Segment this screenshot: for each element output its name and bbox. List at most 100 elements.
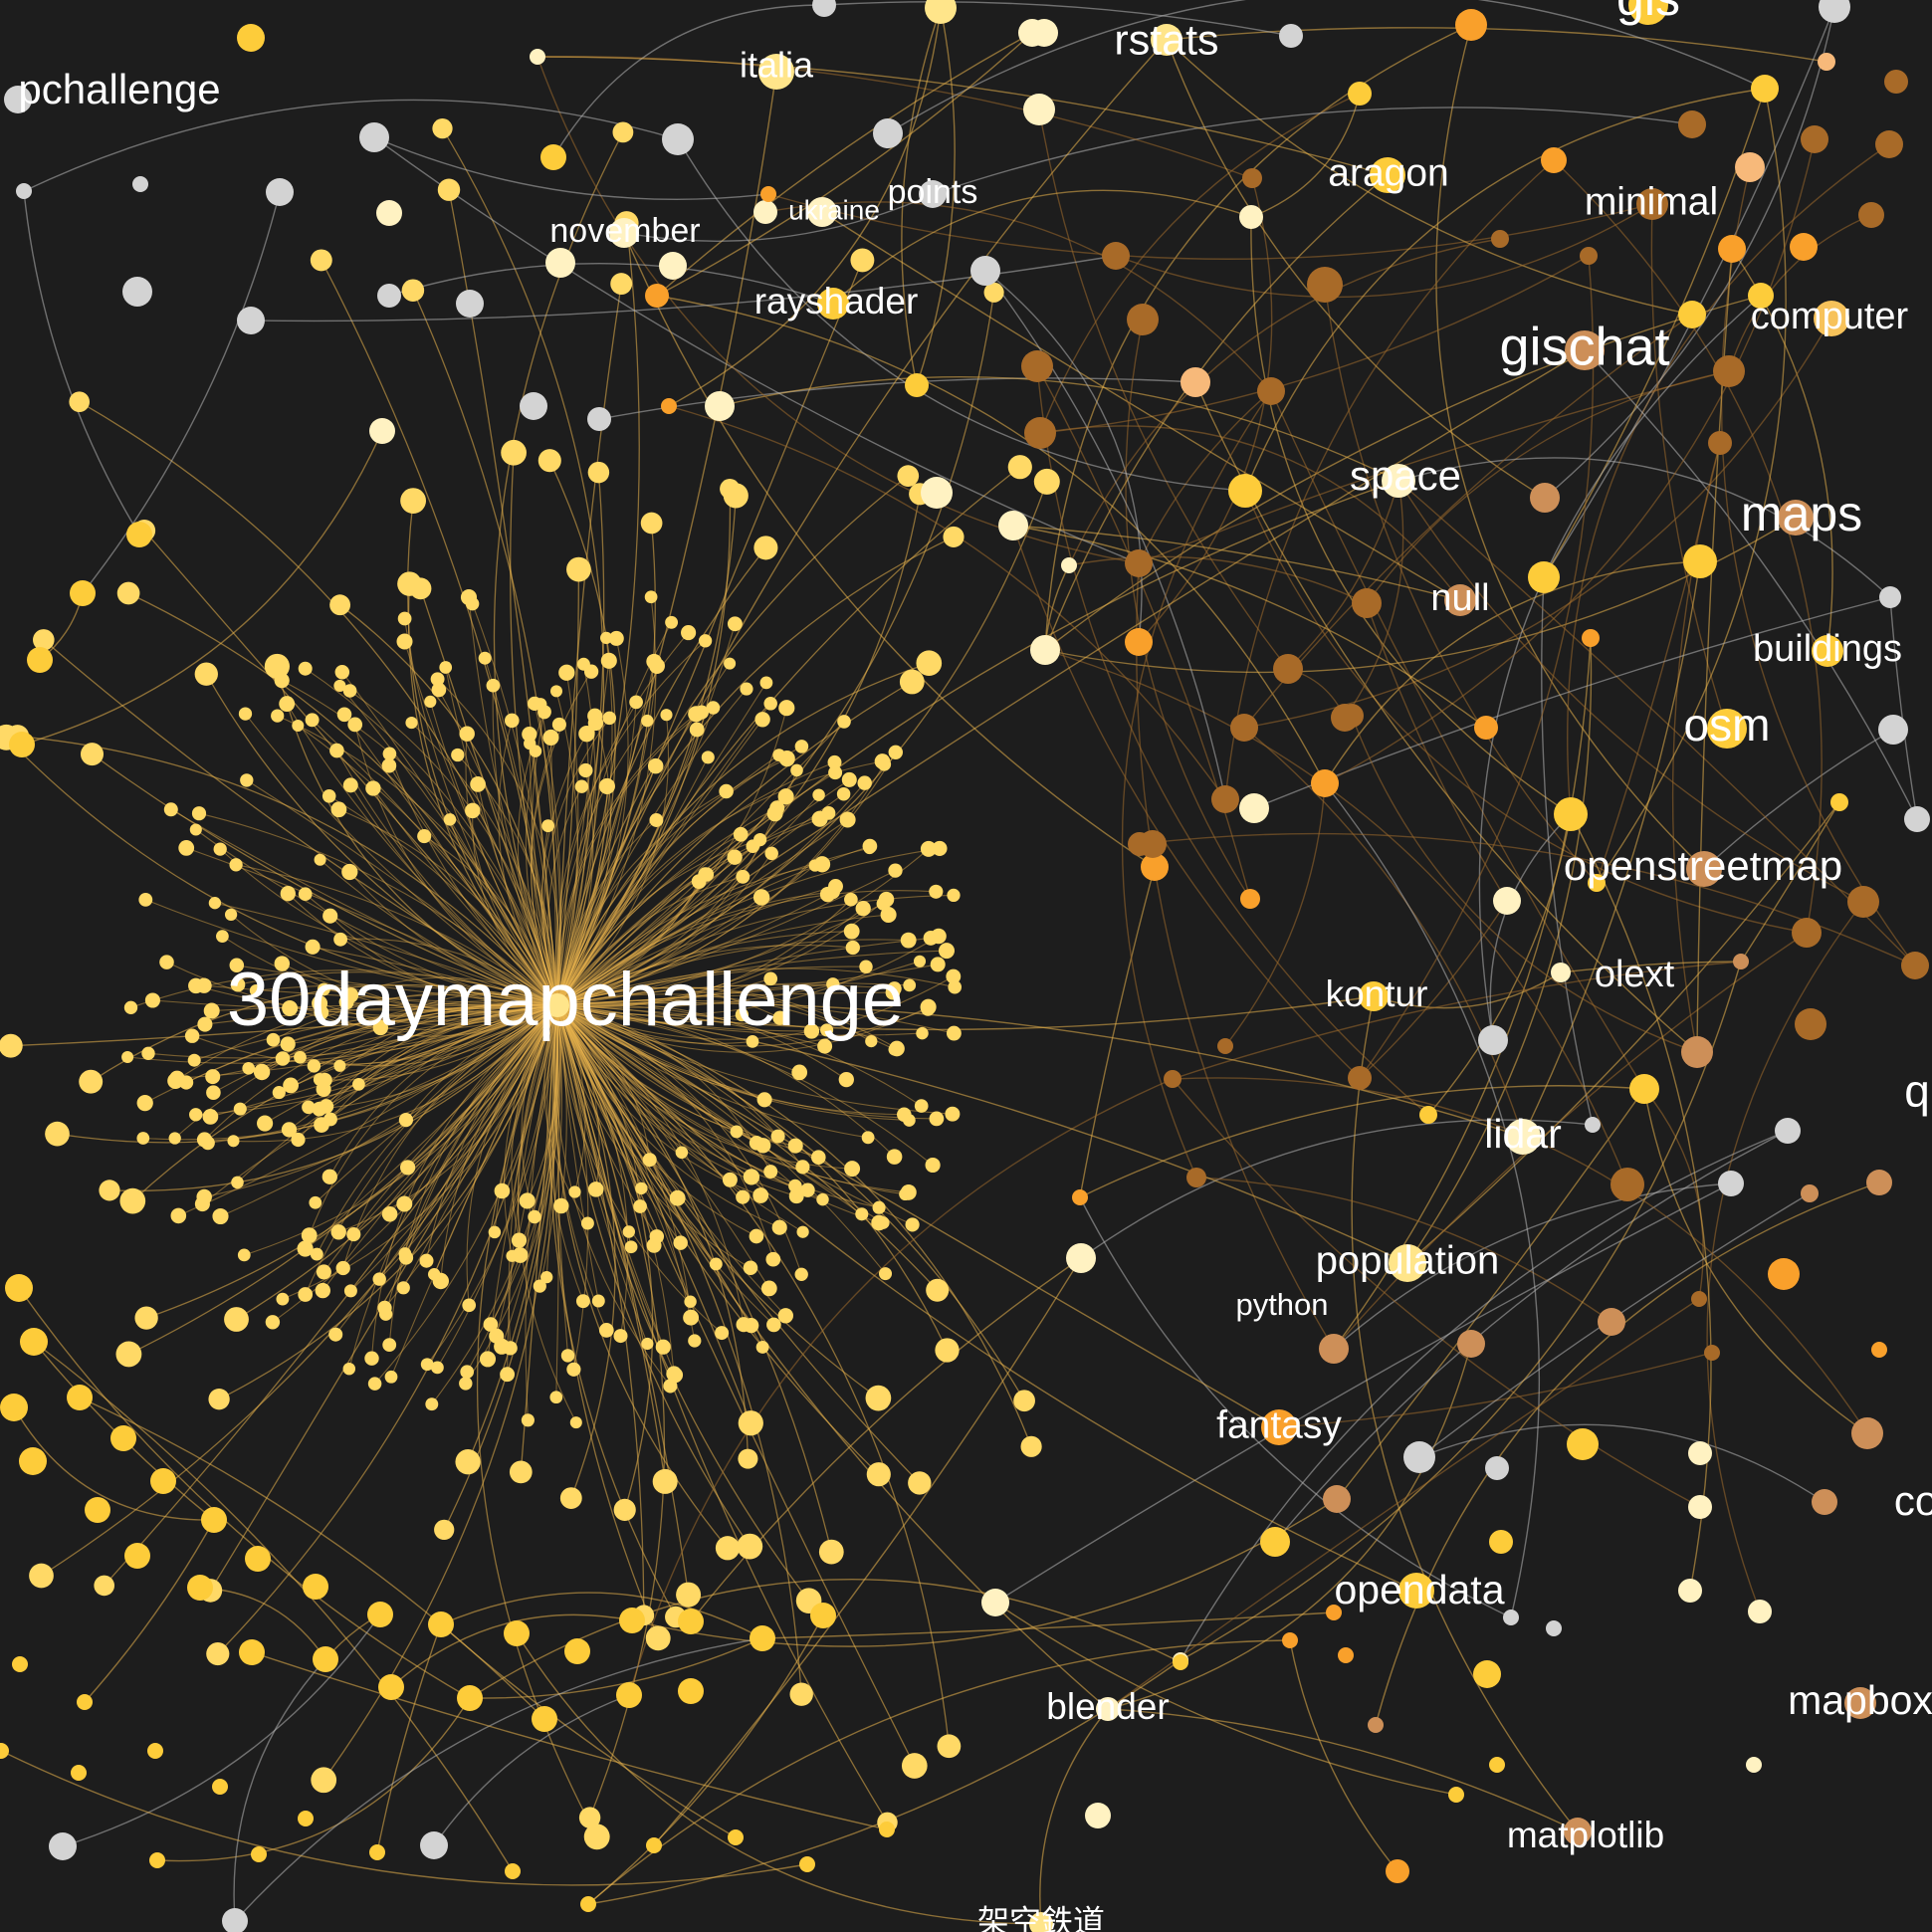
label-olext[interactable]: olext xyxy=(1595,954,1675,995)
label-aragon[interactable]: aragon xyxy=(1328,151,1448,194)
cluster-node[interactable] xyxy=(1282,1632,1298,1648)
satellite-node[interactable] xyxy=(364,1351,379,1366)
cluster-node[interactable] xyxy=(1485,1456,1509,1480)
satellite-node[interactable] xyxy=(720,478,741,500)
cluster-node[interactable] xyxy=(1211,785,1239,813)
cluster-node[interactable] xyxy=(1688,1441,1712,1465)
satellite-node[interactable] xyxy=(930,957,946,972)
satellite-node[interactable] xyxy=(790,763,803,777)
satellite-node[interactable] xyxy=(612,121,634,143)
satellite-node[interactable] xyxy=(271,709,285,723)
cluster-node[interactable] xyxy=(110,1425,136,1451)
satellite-node[interactable] xyxy=(727,616,743,632)
cluster-node[interactable] xyxy=(645,284,669,308)
satellite-node[interactable] xyxy=(903,978,917,992)
satellite-node[interactable] xyxy=(119,1187,146,1214)
cluster-node[interactable] xyxy=(237,24,265,52)
cluster-node[interactable] xyxy=(1307,267,1343,303)
cluster-node[interactable] xyxy=(1713,355,1745,387)
cluster-node[interactable] xyxy=(147,1743,163,1759)
satellite-node[interactable] xyxy=(1020,1435,1042,1457)
satellite-node[interactable] xyxy=(669,1189,686,1206)
cluster-node[interactable] xyxy=(150,1468,176,1494)
satellite-node[interactable] xyxy=(94,1575,115,1597)
cluster-node[interactable] xyxy=(1629,1074,1659,1104)
satellite-node[interactable] xyxy=(398,1250,414,1265)
satellite-node[interactable] xyxy=(189,1108,203,1122)
satellite-node[interactable] xyxy=(322,1169,337,1184)
satellite-node[interactable] xyxy=(796,1225,809,1238)
label-maps[interactable]: maps xyxy=(1741,486,1862,541)
cluster-node[interactable] xyxy=(245,1546,271,1572)
satellite-node[interactable] xyxy=(861,1131,875,1145)
cluster-node[interactable] xyxy=(659,252,687,280)
satellite-node[interactable] xyxy=(688,1334,702,1348)
satellite-node[interactable] xyxy=(645,1625,671,1651)
cluster-node[interactable] xyxy=(187,1575,213,1601)
satellite-node[interactable] xyxy=(738,1410,763,1436)
satellite-node[interactable] xyxy=(509,1460,533,1484)
cluster-node[interactable] xyxy=(212,1779,228,1795)
cluster-node[interactable] xyxy=(1567,1428,1599,1460)
satellite-node[interactable] xyxy=(569,1416,582,1429)
cluster-node[interactable] xyxy=(728,1829,744,1845)
label-november[interactable]: november xyxy=(549,212,700,250)
cluster-node[interactable] xyxy=(1419,1106,1437,1124)
satellite-node[interactable] xyxy=(943,526,965,547)
satellite-node[interactable] xyxy=(443,813,457,826)
satellite-node[interactable] xyxy=(315,1282,330,1299)
satellite-node[interactable] xyxy=(134,1306,158,1330)
satellite-node[interactable] xyxy=(946,968,962,984)
satellite-node[interactable] xyxy=(598,777,615,794)
cluster-node[interactable] xyxy=(905,373,929,397)
satellite-node[interactable] xyxy=(1007,455,1032,480)
satellite-node[interactable] xyxy=(116,581,140,605)
satellite-node[interactable] xyxy=(196,1132,213,1148)
satellite-node[interactable] xyxy=(844,1161,861,1178)
satellite-node[interactable] xyxy=(194,1196,210,1212)
satellite-node[interactable] xyxy=(736,869,751,884)
cluster-node[interactable] xyxy=(1352,588,1382,618)
cluster-node[interactable] xyxy=(1879,586,1901,608)
cluster-node[interactable] xyxy=(810,1603,836,1628)
satellite-node[interactable] xyxy=(916,650,943,677)
satellite-node[interactable] xyxy=(382,1338,397,1353)
satellite-node[interactable] xyxy=(329,594,351,616)
cluster-node[interactable] xyxy=(1884,70,1908,94)
satellite-node[interactable] xyxy=(206,1085,221,1100)
satellite-node[interactable] xyxy=(29,1563,54,1589)
cluster-node[interactable] xyxy=(1708,431,1732,455)
satellite-node[interactable] xyxy=(216,930,229,943)
satellite-node[interactable] xyxy=(622,1225,636,1238)
cluster-node[interactable] xyxy=(921,477,953,509)
satellite-node[interactable] xyxy=(330,801,347,818)
satellite-node[interactable] xyxy=(602,711,617,726)
satellite-node[interactable] xyxy=(753,536,778,560)
satellite-node[interactable] xyxy=(675,1146,689,1160)
label-population[interactable]: population xyxy=(1316,1239,1500,1283)
satellite-node[interactable] xyxy=(736,1189,751,1204)
satellite-node[interactable] xyxy=(430,1361,444,1375)
satellite-node[interactable] xyxy=(365,780,381,796)
satellite-node[interactable] xyxy=(752,832,767,847)
cluster-node[interactable] xyxy=(1403,1441,1435,1473)
satellite-node[interactable] xyxy=(921,1001,936,1016)
satellite-node[interactable] xyxy=(925,1157,941,1174)
satellite-node[interactable] xyxy=(689,722,705,738)
cluster-node[interactable] xyxy=(1551,963,1571,982)
satellite-node[interactable] xyxy=(946,1025,962,1041)
satellite-node[interactable] xyxy=(787,1138,803,1154)
satellite-node[interactable] xyxy=(343,1284,357,1298)
cluster-node[interactable] xyxy=(27,647,53,673)
satellite-node[interactable] xyxy=(743,1260,758,1276)
satellite-node[interactable] xyxy=(381,757,397,773)
cluster-node[interactable] xyxy=(1489,1757,1505,1773)
satellite-node[interactable] xyxy=(698,867,713,882)
cluster-node[interactable] xyxy=(1448,1787,1464,1803)
satellite-node[interactable] xyxy=(715,1536,741,1561)
satellite-node[interactable] xyxy=(253,1063,271,1081)
satellite-node[interactable] xyxy=(1013,1390,1035,1412)
satellite-node[interactable] xyxy=(888,1043,901,1056)
satellite-node[interactable] xyxy=(905,1217,920,1232)
cluster-node[interactable] xyxy=(1173,1654,1188,1670)
